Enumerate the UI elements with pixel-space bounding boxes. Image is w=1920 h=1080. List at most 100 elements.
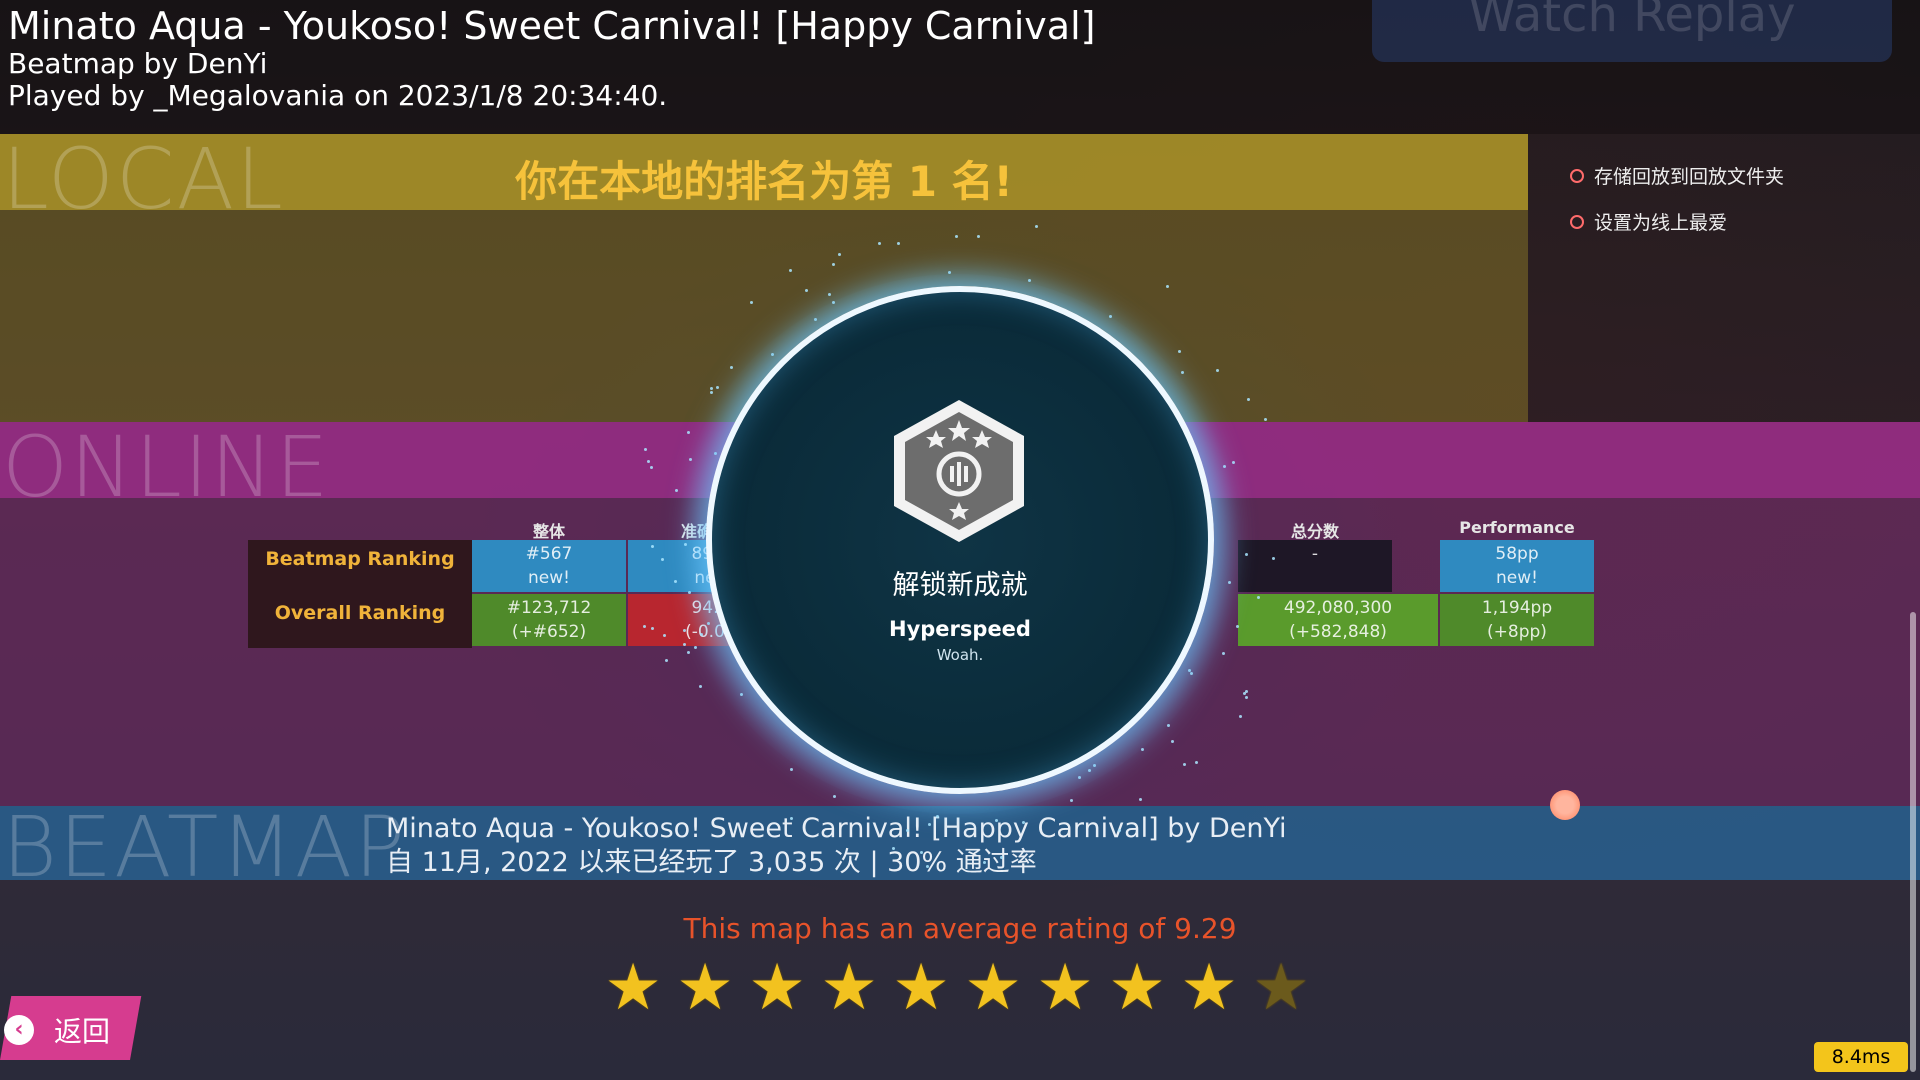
achievement-name: Hyperspeed (889, 617, 1031, 641)
sparkle-particle (994, 818, 998, 822)
sparkle-particle (643, 447, 647, 451)
beatmap-info: Minato Aqua - Youkoso! Sweet Carnival! [… (386, 812, 1287, 880)
back-button-content[interactable]: ‹ 返回 (4, 1010, 110, 1050)
sparkle-particle (740, 692, 744, 696)
cell-value: - (1311, 544, 1319, 564)
back-button-label: 返回 (54, 1015, 111, 1048)
sparkle-particle (982, 861, 986, 865)
rating-star[interactable]: ★ (1179, 956, 1239, 1020)
overall-rank-pp-cell: 1,194pp (+8pp) (1440, 594, 1594, 646)
beatmap-rank-pp-cell: 58pp new! (1440, 540, 1594, 592)
overall-rank-overall-cell: #123,712 (+#652) (472, 594, 626, 646)
replay-options-panel: 存储回放到回放文件夹 设置为线上最爱 (1528, 134, 1920, 422)
sparkle-particle (977, 234, 981, 238)
sparkle-particle (699, 632, 703, 636)
rating-star[interactable]: ★ (1107, 956, 1167, 1020)
sparkle-particle (897, 241, 901, 245)
rating-stars[interactable]: ★ ★ ★ ★ ★ ★ ★ ★ ★ ★ (603, 956, 1311, 1020)
rating-star[interactable]: ★ (963, 956, 1023, 1020)
cell-delta: new! (528, 568, 570, 588)
beatmap-rank-overall-cell: #567 new! (472, 540, 626, 592)
cell-delta: (+8pp) (1487, 622, 1547, 642)
sparkle-particle (1245, 695, 1248, 699)
sparkle-particle (1246, 397, 1250, 401)
sparkle-particle (1222, 651, 1226, 655)
sparkle-particle (650, 544, 654, 548)
cell-delta: new! (1496, 568, 1538, 588)
sparkle-particle (1244, 552, 1248, 556)
sparkle-particle (1222, 464, 1226, 468)
beatmap-section-label: BEATMAP (2, 798, 407, 896)
achievement-badge-icon (894, 400, 1024, 542)
col-header-total-score: 总分数 (1290, 522, 1339, 541)
save-replay-option[interactable]: 存储回放到回放文件夹 (1570, 162, 1784, 189)
sparkle-particle (683, 542, 687, 546)
sparkle-particle (1140, 747, 1144, 751)
back-arrow-icon: ‹ (4, 1015, 34, 1045)
beatmap-rank-score-cell: - (1238, 540, 1392, 592)
sparkle-particle (686, 431, 690, 435)
average-rating-text: This map has an average rating of 9.29 (683, 912, 1237, 945)
overall-ranking-label: Overall Ranking (248, 594, 472, 648)
rating-star[interactable]: ★ (1251, 956, 1311, 1020)
sparkle-particle (1256, 595, 1260, 599)
cell-delta: (+582,848) (1289, 622, 1387, 642)
sparkle-particle (688, 590, 692, 594)
rating-star[interactable]: ★ (675, 956, 735, 1020)
cell-value: #123,712 (506, 598, 592, 618)
sparkle-particle (1077, 775, 1081, 779)
rating-star[interactable]: ★ (1035, 956, 1095, 1020)
sparkle-particle (683, 628, 687, 632)
sparkle-particle (831, 263, 835, 266)
radio-icon (1570, 214, 1584, 229)
rating-star[interactable]: ★ (891, 956, 951, 1020)
achievement-unlocked-title: 解锁新成就 (892, 570, 1028, 601)
sparkle-particle (689, 457, 693, 461)
sparkle-particle (905, 829, 909, 833)
beatmap-ranking-label: Beatmap Ranking (248, 540, 472, 594)
sparkle-particle (1264, 417, 1268, 421)
scrollbar[interactable] (1910, 612, 1916, 1072)
sparkle-particle (662, 633, 666, 637)
sparkle-particle (925, 865, 929, 869)
rating-star[interactable]: ★ (819, 956, 879, 1020)
local-rank-message: 你在本地的排名为第 1 名! (515, 157, 1013, 206)
sparkle-particle (789, 816, 793, 820)
beatmap-full-title: Minato Aqua - Youkoso! Sweet Carnival! [… (386, 813, 1287, 844)
sparkle-particle (1000, 855, 1004, 859)
beatmap-play-stats: 自 11月, 2022 以来已经玩了 3,035 次 | 30% 通过率 (386, 847, 1037, 878)
sparkle-particle (1092, 763, 1096, 767)
set-favourite-option[interactable]: 设置为线上最爱 (1570, 208, 1727, 235)
cursor (1550, 790, 1580, 820)
cell-value: #567 (525, 544, 573, 564)
cell-value: 492,080,300 (1283, 598, 1393, 618)
cell-delta: (+#652) (511, 622, 587, 642)
col-header-performance: Performance (1459, 518, 1575, 537)
frame-time-counter: 8.4ms (1814, 1042, 1908, 1072)
sparkle-particle (646, 459, 650, 463)
cell-value: 58pp (1495, 544, 1539, 564)
col-header-overall: 整体 (532, 522, 565, 541)
sparkle-particle (673, 579, 677, 583)
sparkle-particle (832, 795, 836, 799)
cell-value: 1,194pp (1481, 598, 1553, 618)
radio-icon (1570, 168, 1584, 183)
save-replay-label: 存储回放到回放文件夹 (1594, 166, 1785, 188)
sparkle-particle (696, 549, 700, 553)
played-by-info: Played by _Megalovania on 2023/1/8 20:34… (8, 79, 668, 112)
achievement-description: Woah. (936, 646, 984, 664)
sparkle-particle (1069, 799, 1073, 803)
sparkle-particle (770, 353, 774, 357)
sparkle-particle (788, 268, 792, 272)
sparkle-particle (713, 452, 717, 456)
overall-rank-score-cell: 492,080,300 (+582,848) (1238, 594, 1438, 646)
sparkle-particle (715, 386, 719, 390)
sparkle-particle (1189, 671, 1193, 675)
set-favourite-label: 设置为线上最爱 (1594, 212, 1728, 234)
rating-star[interactable]: ★ (603, 956, 663, 1020)
sparkle-particle (1117, 828, 1121, 832)
watch-replay-button[interactable]: Watch Replay (1372, 0, 1892, 62)
rating-star[interactable]: ★ (747, 956, 807, 1020)
watch-replay-label: Watch Replay (1468, 0, 1796, 43)
beatmap-section: BEATMAP Minato Aqua - Youkoso! Sweet Car… (0, 798, 1920, 896)
